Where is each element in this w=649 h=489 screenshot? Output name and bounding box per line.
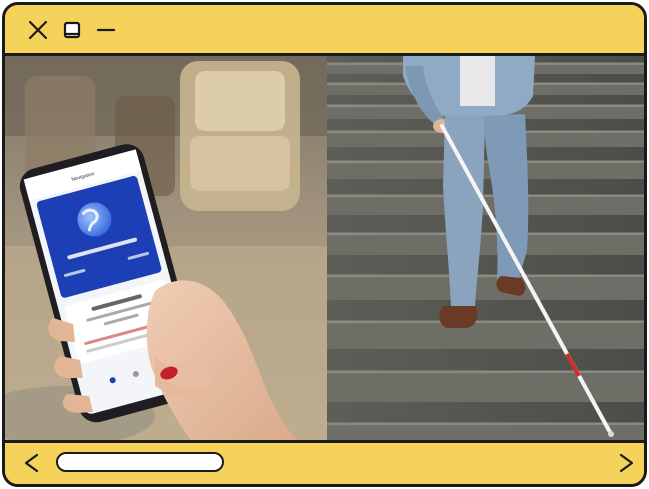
minimize-icon[interactable] <box>95 19 117 41</box>
title-bar <box>5 5 644 56</box>
browser-window: Navigation <box>2 2 647 487</box>
scrollbar-thumb[interactable] <box>56 452 224 472</box>
maximize-icon[interactable] <box>61 19 83 41</box>
chevron-left-icon[interactable] <box>21 452 43 474</box>
bottom-scrollbar <box>5 440 644 484</box>
chevron-right-icon[interactable] <box>615 452 637 474</box>
photo-collage: Navigation <box>5 56 644 446</box>
content-image: Navigation <box>5 56 644 446</box>
close-icon[interactable] <box>27 19 49 41</box>
